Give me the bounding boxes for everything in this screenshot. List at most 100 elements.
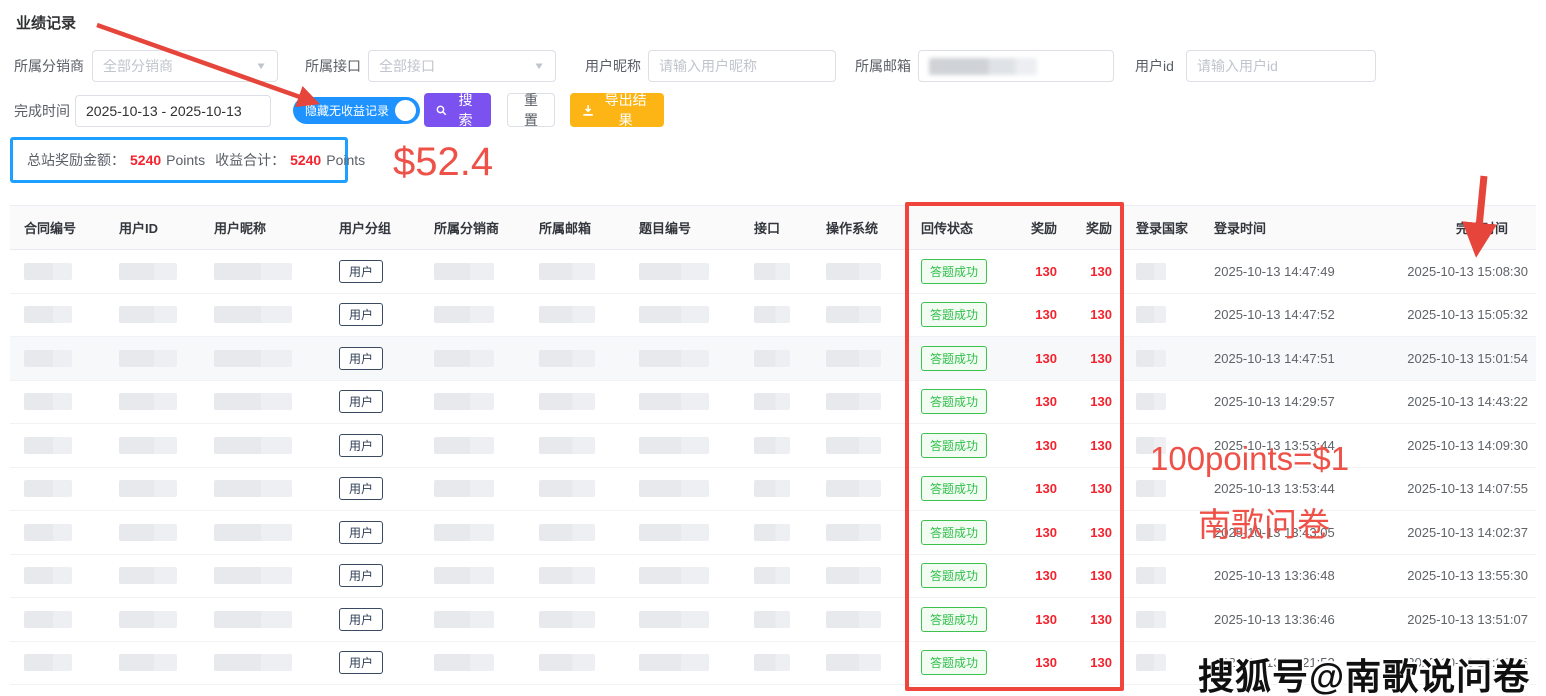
redacted-nickname — [214, 263, 292, 280]
income-total-unit: Points — [326, 152, 365, 168]
reward-value: 130 — [1090, 351, 1112, 366]
reward-value: 130 — [1090, 264, 1112, 279]
finish-time-range-input[interactable] — [75, 95, 271, 127]
interface-label: 所属接口 — [305, 50, 361, 82]
finish-time-cell: 2025-10-13 15:05:32 — [1380, 293, 1536, 337]
nickname-input[interactable] — [648, 50, 836, 82]
finish-time-cell: 2025-10-13 15:01:54 — [1380, 337, 1536, 381]
col-reward-1: 奖励 — [1007, 206, 1067, 250]
redacted-os — [826, 567, 881, 584]
redacted-contract-id — [24, 480, 72, 497]
redacted-user-id — [119, 567, 177, 584]
email-input[interactable] — [918, 50, 1114, 82]
usd-annotation: $52.4 — [393, 140, 493, 185]
total-reward-unit: Points — [166, 152, 205, 168]
redacted-contract-id — [24, 350, 72, 367]
col-question-id: 题目编号 — [625, 206, 740, 250]
redacted-nickname — [214, 306, 292, 323]
login-time-cell: 2025-10-13 13:53:44 — [1200, 424, 1380, 468]
redacted-contract-id — [24, 611, 72, 628]
page-title: 业绩记录 — [16, 12, 76, 33]
toggle-label: 隐藏无收益记录 — [305, 102, 389, 119]
redacted-nickname — [214, 524, 292, 541]
redacted-interface — [754, 480, 790, 497]
status-badge: 答题成功 — [921, 433, 987, 458]
col-callback-status: 回传状态 — [907, 206, 1007, 250]
status-badge: 答题成功 — [921, 563, 987, 588]
login-time-cell: 2025-10-13 13:53:44 — [1200, 467, 1380, 511]
reward-value: 130 — [1035, 264, 1057, 279]
user-id-input[interactable] — [1186, 50, 1376, 82]
table-row: 用户 答题成功 130 130 2025-10-13 14:29:57 2025… — [10, 380, 1536, 424]
login-time-cell: 2025-10-13 14:47:52 — [1200, 293, 1380, 337]
email-label: 所属邮箱 — [855, 50, 911, 82]
redacted-nickname — [214, 654, 292, 671]
redacted-user-id — [119, 437, 177, 454]
reward-value: 130 — [1035, 568, 1057, 583]
finish-time-cell: 2025-10-13 13:51:07 — [1380, 598, 1536, 642]
hide-no-income-toggle[interactable]: 隐藏无收益记录 — [293, 97, 420, 124]
search-icon — [436, 104, 447, 117]
redacted-country — [1136, 393, 1166, 410]
redacted-user-id — [119, 306, 177, 323]
redacted-os — [826, 263, 881, 280]
status-badge: 答题成功 — [921, 607, 987, 632]
income-total-label: 收益合计： — [215, 150, 285, 170]
export-button[interactable]: 导出结果 — [570, 93, 664, 127]
status-badge: 答题成功 — [921, 520, 987, 545]
table-row: 用户 答题成功 130 130 2025-10-13 14:47:52 2025… — [10, 293, 1536, 337]
reset-button[interactable]: 重 置 — [507, 93, 555, 127]
redacted-distributor — [434, 263, 494, 280]
redacted-email — [539, 524, 595, 541]
redacted-interface — [754, 524, 790, 541]
redacted-user-id — [119, 524, 177, 541]
reward-value: 130 — [1090, 307, 1112, 322]
table-row: 用户 答题成功 130 130 2025-10-13 13:36:46 2025… — [10, 598, 1536, 642]
income-total-value: 5240 — [290, 152, 321, 168]
summary-box: 总站奖励金额： 5240 Points 收益合计： 5240 Points — [10, 137, 348, 183]
redacted-email-value — [929, 58, 1037, 75]
interface-value: 全部接口 — [379, 51, 435, 81]
redacted-contract-id — [24, 393, 72, 410]
status-badge: 答题成功 — [921, 476, 987, 501]
redacted-question-id — [639, 567, 709, 584]
redacted-email — [539, 306, 595, 323]
redacted-question-id — [639, 350, 709, 367]
redacted-os — [826, 350, 881, 367]
col-finish-time: 完成时间 — [1380, 206, 1536, 250]
reward-value: 130 — [1090, 438, 1112, 453]
user-group-tag: 用户 — [339, 608, 383, 631]
redacted-interface — [754, 263, 790, 280]
status-badge: 答题成功 — [921, 346, 987, 371]
download-icon — [582, 104, 594, 117]
redacted-email — [539, 567, 595, 584]
login-time-cell: 2025-10-13 13:43:05 — [1200, 511, 1380, 555]
redacted-distributor — [434, 350, 494, 367]
distributor-select[interactable]: 全部分销商 ▼ — [92, 50, 278, 82]
reward-value: 130 — [1035, 525, 1057, 540]
reward-value: 130 — [1090, 612, 1112, 627]
performance-records-page: 业绩记录 所属分销商 全部分销商 ▼ 所属接口 全部接口 ▼ 用户昵称 所属邮箱… — [0, 0, 1546, 696]
redacted-country — [1136, 480, 1166, 497]
col-login-time: 登录时间 — [1200, 206, 1380, 250]
redacted-os — [826, 393, 881, 410]
redacted-user-id — [119, 611, 177, 628]
reward-value: 130 — [1035, 307, 1057, 322]
redacted-nickname — [214, 393, 292, 410]
redacted-email — [539, 611, 595, 628]
reward-value: 130 — [1035, 655, 1057, 670]
redacted-question-id — [639, 437, 709, 454]
col-email: 所属邮箱 — [525, 206, 625, 250]
user-group-tag: 用户 — [339, 651, 383, 674]
records-table: 合同编号 用户ID 用户昵称 用户分组 所属分销商 所属邮箱 题目编号 接口 操… — [10, 205, 1536, 685]
interface-select[interactable]: 全部接口 ▼ — [368, 50, 556, 82]
redacted-question-id — [639, 306, 709, 323]
redacted-email — [539, 263, 595, 280]
redacted-email — [539, 393, 595, 410]
search-button[interactable]: 搜 索 — [424, 93, 491, 127]
redacted-nickname — [214, 567, 292, 584]
redacted-interface — [754, 611, 790, 628]
redacted-os — [826, 524, 881, 541]
redacted-country — [1136, 350, 1166, 367]
finish-time-cell: 2025-10-13 14:09:30 — [1380, 424, 1536, 468]
